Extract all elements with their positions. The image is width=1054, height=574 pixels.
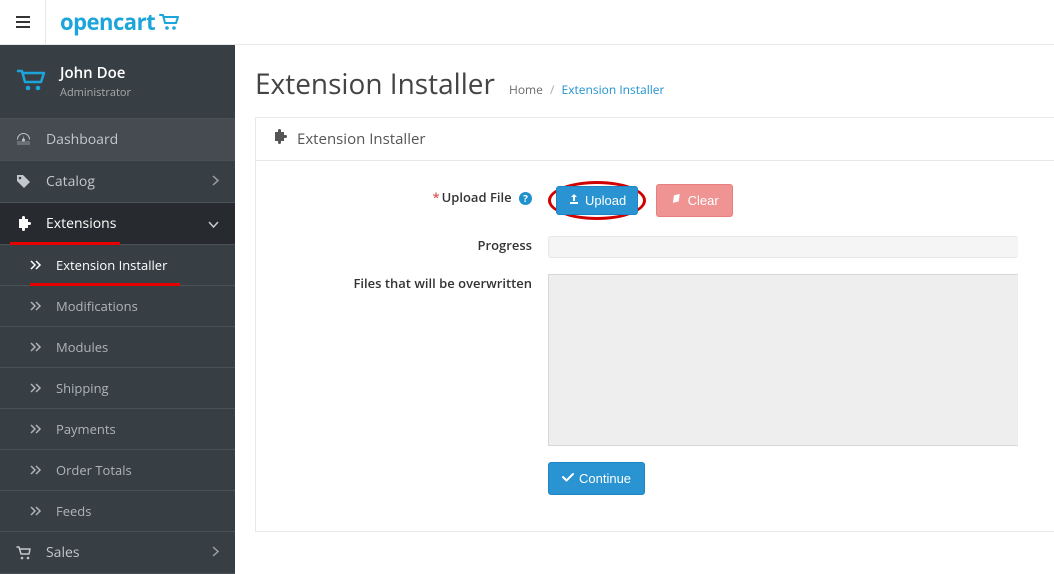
panel-heading: Extension Installer — [256, 118, 1054, 161]
user-role: Administrator — [60, 85, 131, 100]
sidebar-subitem-extension-installer[interactable]: Extension Installer — [0, 245, 235, 286]
overwrite-label: Files that will be overwritten — [276, 274, 548, 446]
chevron-right-icon — [212, 543, 219, 562]
breadcrumb-home[interactable]: Home — [509, 81, 543, 98]
chevron-right-icon — [212, 172, 219, 191]
panel: Extension Installer *Upload File ? — [255, 117, 1054, 532]
menu-toggle-button[interactable] — [0, 0, 46, 45]
user-area: John Doe Administrator — [0, 45, 235, 119]
upload-file-label: *Upload File ? — [276, 181, 548, 220]
sidebar-subitem-modifications[interactable]: Modifications — [0, 286, 235, 327]
double-chevron-icon — [30, 506, 50, 516]
continue-button[interactable]: Continue — [548, 462, 645, 495]
panel-title: Extension Installer — [297, 129, 426, 149]
sidebar-item-extensions[interactable]: Extensions — [0, 203, 235, 245]
sidebar-subitem-modules[interactable]: Modules — [0, 327, 235, 368]
chevron-down-icon — [208, 214, 219, 233]
cart-icon — [159, 13, 181, 31]
double-chevron-icon — [30, 383, 50, 393]
check-icon — [562, 471, 574, 486]
nav-label: Sales — [46, 543, 212, 562]
svg-text:?: ? — [523, 192, 528, 205]
double-chevron-icon — [30, 260, 50, 270]
sidebar-item-dashboard[interactable]: Dashboard — [0, 119, 235, 161]
upload-icon — [568, 193, 580, 208]
nav-label: Payments — [56, 420, 116, 438]
double-chevron-icon — [30, 424, 50, 434]
menu-icon — [16, 16, 30, 28]
progress-label: Progress — [276, 236, 548, 258]
cart-icon — [16, 68, 46, 96]
eraser-icon — [670, 193, 683, 208]
sidebar-subitem-shipping[interactable]: Shipping — [0, 368, 235, 409]
sidebar: John Doe Administrator Dashboard Catalog… — [0, 45, 235, 574]
main-content: Extension Installer Home / Extension Ins… — [235, 45, 1054, 574]
tag-icon — [16, 174, 38, 189]
nav-label: Order Totals — [56, 461, 132, 479]
logo[interactable]: opencart — [46, 7, 195, 37]
dashboard-icon — [16, 132, 38, 147]
nav-label: Dashboard — [46, 130, 219, 149]
sidebar-subitem-order-totals[interactable]: Order Totals — [0, 450, 235, 491]
double-chevron-icon — [30, 301, 50, 311]
puzzle-icon — [16, 216, 38, 231]
nav-label: Extension Installer — [56, 256, 167, 274]
nav-label: Modules — [56, 338, 108, 356]
user-name: John Doe — [60, 63, 131, 83]
sidebar-subitem-payments[interactable]: Payments — [0, 409, 235, 450]
nav-label: Modifications — [56, 297, 138, 315]
double-chevron-icon — [30, 465, 50, 475]
cart-icon — [16, 546, 38, 560]
upload-highlight: Upload — [548, 181, 646, 220]
clear-button[interactable]: Clear — [656, 184, 733, 217]
nav-label: Extensions — [46, 214, 208, 233]
sidebar-item-catalog[interactable]: Catalog — [0, 161, 235, 203]
nav-label: Shipping — [56, 379, 109, 397]
breadcrumb: Home / Extension Installer — [509, 81, 664, 98]
progress-bar — [548, 236, 1018, 258]
logo-text: opencart — [60, 7, 155, 37]
overwrite-files-box — [548, 274, 1018, 446]
nav-label: Feeds — [56, 502, 91, 520]
double-chevron-icon — [30, 342, 50, 352]
upload-button[interactable]: Upload — [556, 186, 638, 215]
page-title: Extension Installer — [255, 65, 495, 103]
help-icon[interactable]: ? — [519, 192, 532, 205]
sidebar-subitem-feeds[interactable]: Feeds — [0, 491, 235, 532]
sidebar-item-sales[interactable]: Sales — [0, 532, 235, 574]
nav-label: Catalog — [46, 172, 212, 191]
breadcrumb-current[interactable]: Extension Installer — [562, 81, 665, 98]
puzzle-icon — [272, 129, 287, 149]
